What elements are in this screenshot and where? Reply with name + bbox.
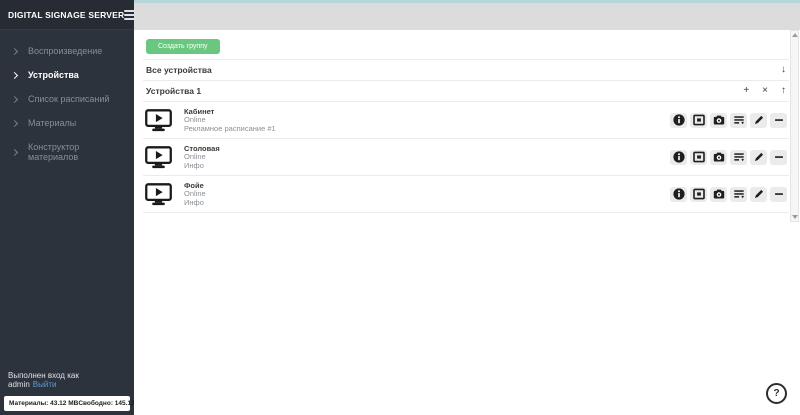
logout-link[interactable]: Выйти — [33, 380, 57, 389]
sidebar-footer: Выполнен вход как adminВыйти Материалы: … — [0, 371, 134, 415]
edit-pencil-icon[interactable] — [750, 113, 767, 128]
remove-minus-icon[interactable] — [770, 113, 787, 128]
scroll-up-icon[interactable] — [792, 33, 798, 37]
collapse-up-icon[interactable]: ↑ — [781, 86, 786, 96]
remove-minus-icon[interactable] — [770, 150, 787, 165]
devices-panel: Создать группу Все устройства ↓ Устройст… — [143, 30, 789, 213]
device-actions — [670, 150, 787, 165]
help-button[interactable]: ? — [766, 383, 787, 404]
screenshot-camera-icon[interactable] — [710, 150, 727, 165]
edit-pencil-icon[interactable] — [750, 150, 767, 165]
group-name: Устройства 1 — [146, 86, 201, 96]
sidebar-item-schedules[interactable]: Список расписаний — [0, 87, 134, 111]
group-row-all-devices: Все устройства ↓ — [143, 60, 789, 81]
screen-preview-icon[interactable] — [690, 187, 707, 202]
device-status: Online — [184, 153, 670, 162]
sidebar-item-label: Устройства — [28, 70, 79, 80]
sidebar-item-label: Материалы — [28, 118, 76, 128]
playlist-icon[interactable] — [730, 187, 747, 202]
create-group-button[interactable]: Создать группу — [146, 39, 220, 54]
display-play-icon — [145, 183, 175, 206]
add-device-icon[interactable]: + — [743, 86, 749, 96]
sidebar-item-materials[interactable]: Материалы — [0, 111, 134, 135]
device-status: Online — [184, 190, 670, 199]
device-name: Фойе — [184, 181, 670, 190]
sidebar-header: DIGITAL SIGNAGE SERVER — [0, 0, 134, 30]
device-row: Фойе Online Инфо — [143, 176, 789, 213]
device-info: Кабинет Online Рекламное расписание #1 — [184, 107, 670, 133]
sidebar-item-label: Конструктор материалов — [28, 142, 122, 162]
screenshot-camera-icon[interactable] — [710, 187, 727, 202]
chevron-right-icon — [11, 47, 18, 54]
display-play-icon — [145, 146, 175, 169]
device-info: Столовая Online Инфо — [184, 144, 670, 170]
sidebar-menu: Воспроизведение Устройства Список распис… — [0, 30, 134, 169]
info-icon[interactable] — [670, 150, 687, 165]
app-title: DIGITAL SIGNAGE SERVER — [8, 10, 124, 20]
playlist-icon[interactable] — [730, 113, 747, 128]
chevron-right-icon — [11, 71, 18, 78]
app-window: DIGITAL SIGNAGE SERVER Воспроизведение У… — [0, 0, 800, 415]
info-icon[interactable] — [670, 187, 687, 202]
device-schedule: Инфо — [184, 199, 670, 208]
device-name: Столовая — [184, 144, 670, 153]
collapse-down-icon[interactable]: ↓ — [781, 65, 786, 75]
sidebar-item-playback[interactable]: Воспроизведение — [0, 39, 134, 63]
info-icon[interactable] — [670, 113, 687, 128]
vertical-scrollbar[interactable] — [790, 30, 799, 222]
delete-group-icon[interactable]: × — [762, 86, 768, 96]
group-name: Все устройства — [146, 65, 212, 75]
help-icon: ? — [773, 388, 779, 399]
login-status: Выполнен вход как adminВыйти — [8, 371, 127, 389]
device-row: Столовая Online Инфо — [143, 139, 789, 176]
device-actions — [670, 187, 787, 202]
main-area: Создать группу Все устройства ↓ Устройст… — [134, 0, 800, 415]
remove-minus-icon[interactable] — [770, 187, 787, 202]
sidebar-item-devices[interactable]: Устройства — [0, 63, 134, 87]
device-name: Кабинет — [184, 107, 670, 116]
scroll-down-icon[interactable] — [792, 215, 798, 219]
sidebar-item-label: Список расписаний — [28, 94, 109, 104]
screen-preview-icon[interactable] — [690, 113, 707, 128]
device-schedule: Рекламное расписание #1 — [184, 125, 670, 134]
materials-size-label: Материалы: 43.12 MB — [9, 400, 78, 407]
chevron-right-icon — [11, 119, 18, 126]
screen-preview-icon[interactable] — [690, 150, 707, 165]
sidebar: DIGITAL SIGNAGE SERVER Воспроизведение У… — [0, 0, 134, 415]
device-actions — [670, 113, 787, 128]
device-row: Кабинет Online Рекламное расписание #1 — [143, 102, 789, 139]
screenshot-camera-icon[interactable] — [710, 113, 727, 128]
chevron-right-icon — [11, 148, 18, 155]
toolbar-row: Создать группу — [143, 30, 789, 60]
group-row-devices-1: Устройства 1 + × ↑ — [143, 81, 789, 102]
storage-stats: Материалы: 43.12 MB Свободно: 145.13 GB — [4, 396, 130, 411]
sidebar-item-label: Воспроизведение — [28, 46, 102, 56]
device-info: Фойе Online Инфо — [184, 181, 670, 207]
top-gray-band — [134, 3, 800, 30]
display-play-icon — [145, 109, 175, 132]
sidebar-item-materials-constructor[interactable]: Конструктор материалов — [0, 135, 134, 169]
edit-pencil-icon[interactable] — [750, 187, 767, 202]
chevron-right-icon — [11, 95, 18, 102]
playlist-icon[interactable] — [730, 150, 747, 165]
device-schedule: Инфо — [184, 162, 670, 171]
